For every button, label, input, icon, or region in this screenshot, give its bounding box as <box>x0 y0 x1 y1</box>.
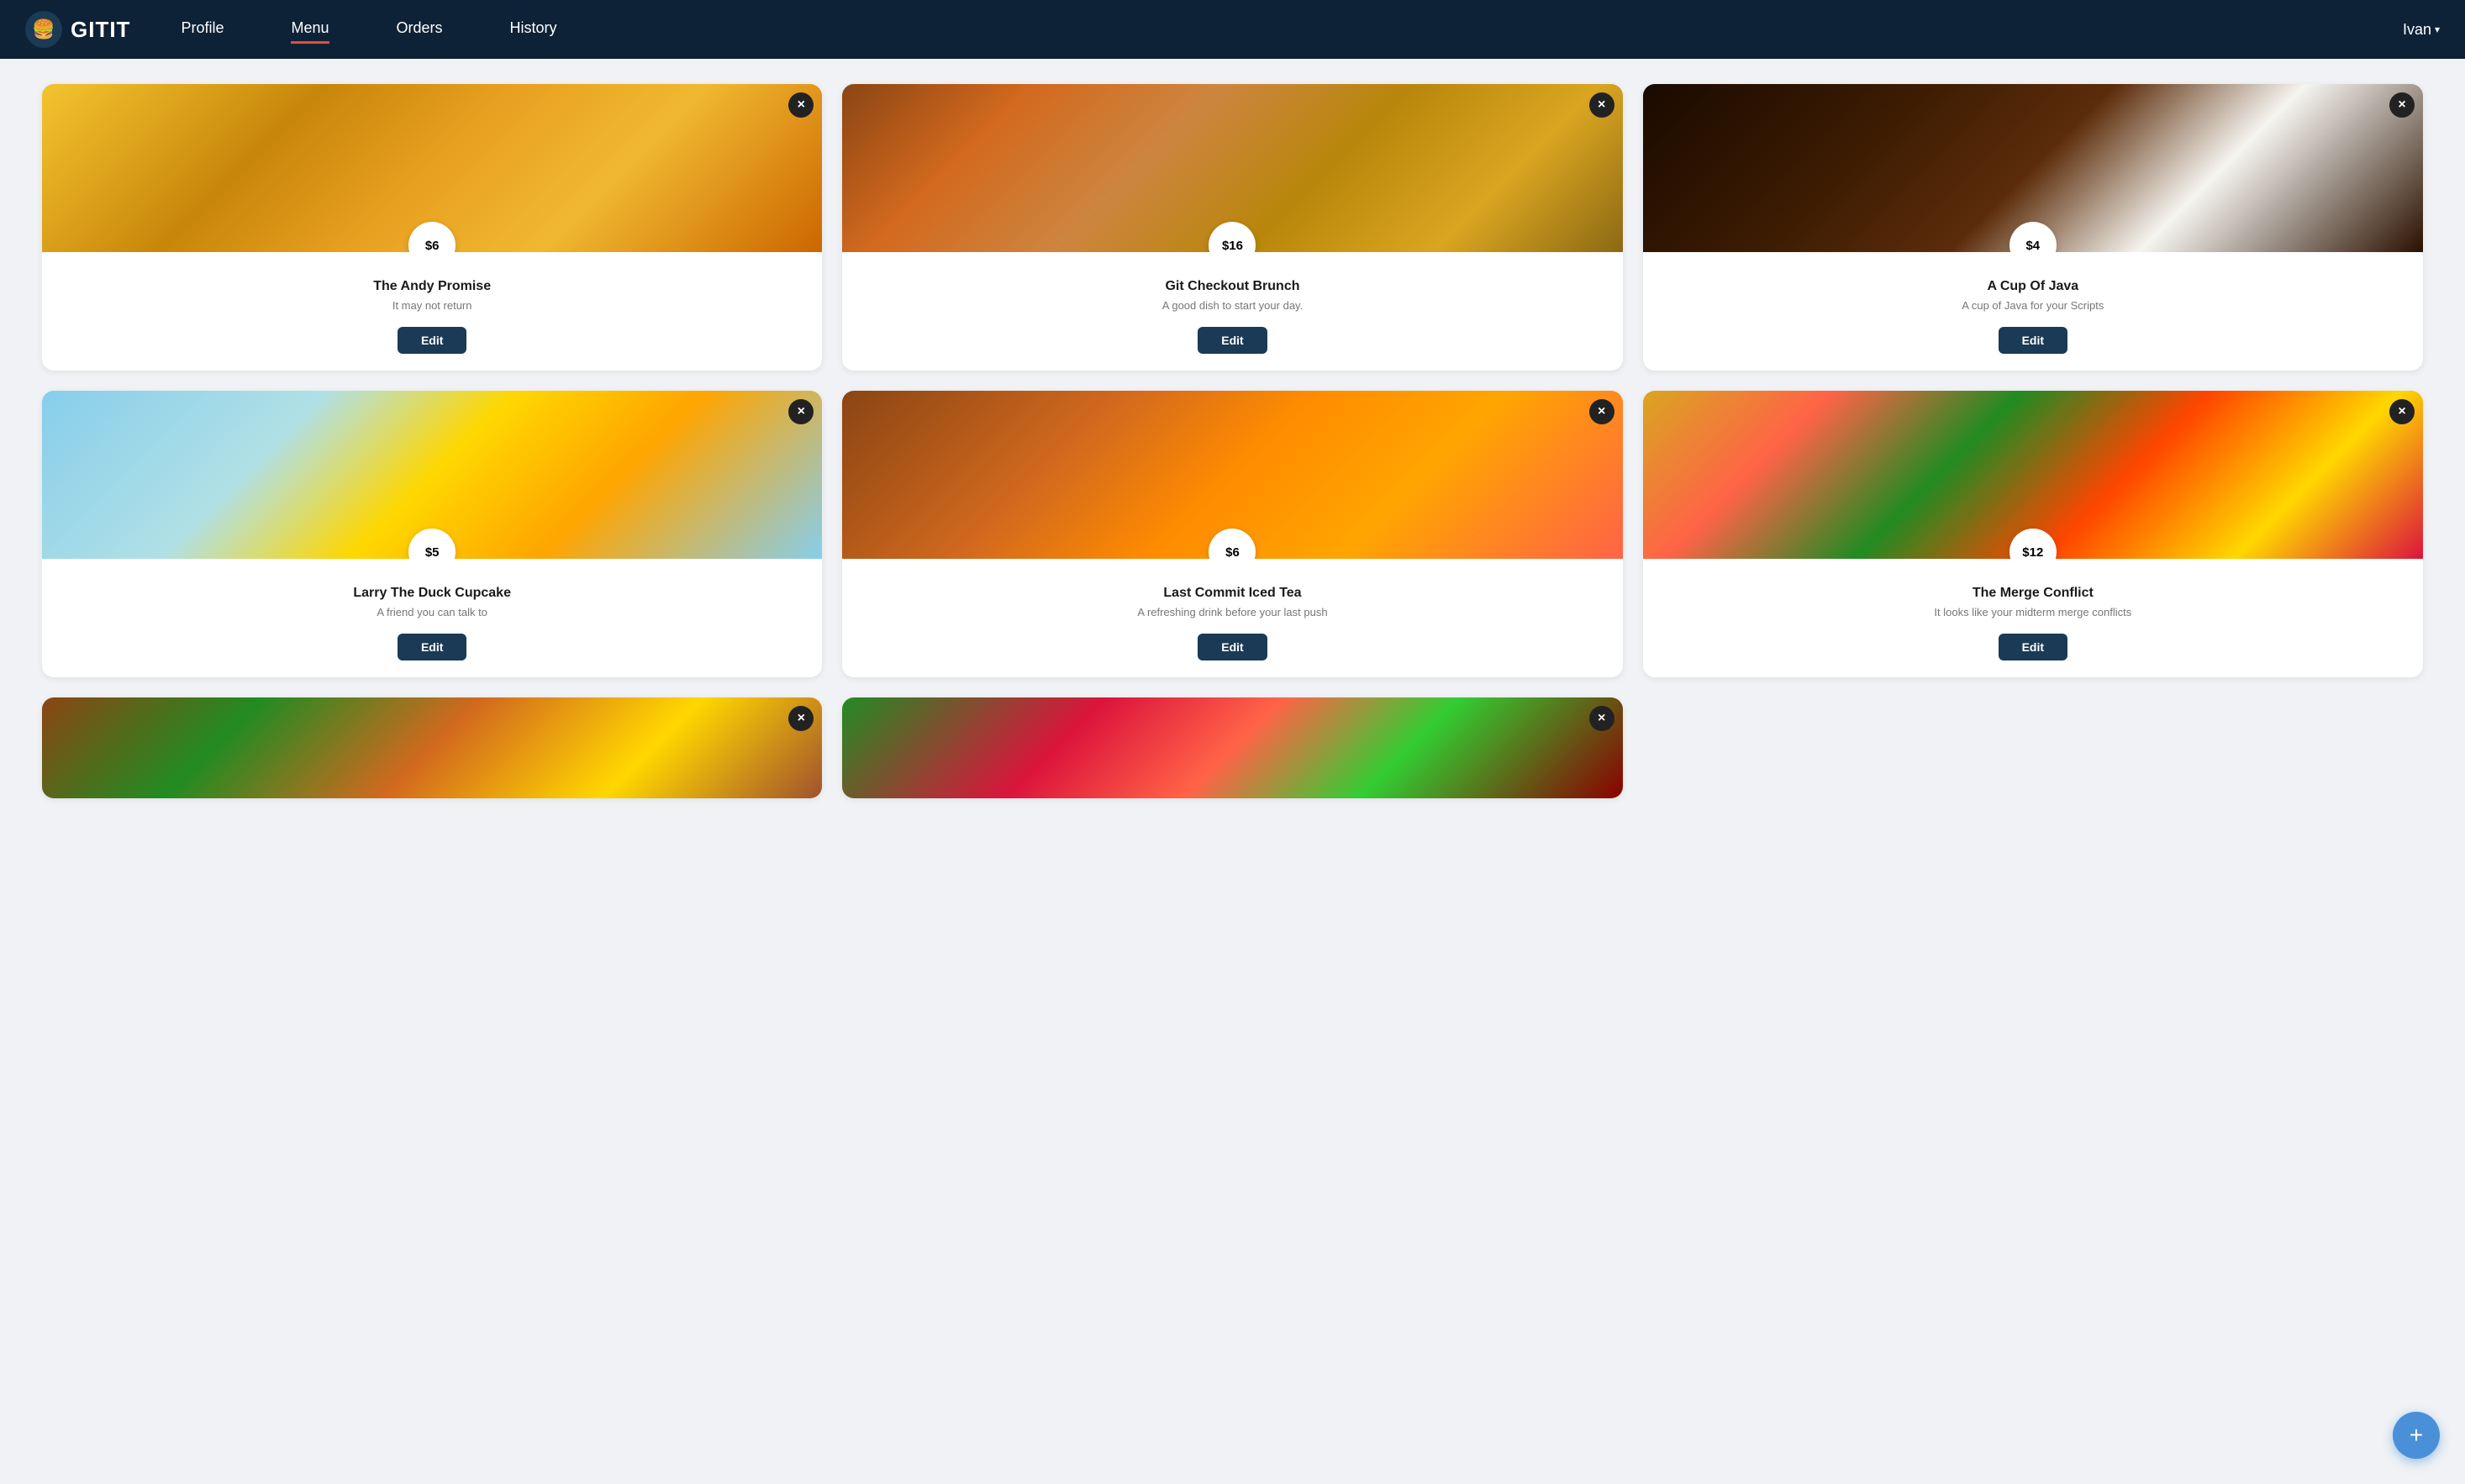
card-desc-merge-conflict: It looks like your midterm merge conflic… <box>1657 606 2410 618</box>
edit-button-git-checkout-brunch[interactable]: Edit <box>1198 327 1267 354</box>
edit-button-merge-conflict[interactable]: Edit <box>1999 634 2067 660</box>
card-body-andy-promise: The Andy Promise It may not return Edit <box>42 252 822 371</box>
main-content: × $6 The Andy Promise It may not return … <box>0 59 2465 824</box>
card-image-partial-salad: × <box>842 697 1622 798</box>
nav-user[interactable]: Ivan ▾ <box>2403 21 2440 39</box>
card-body-git-checkout-brunch: Git Checkout Brunch A good dish to start… <box>842 252 1622 371</box>
price-badge-larry-duck-cupcake: $5 <box>408 529 456 559</box>
nav-link-history[interactable]: History <box>510 19 557 40</box>
nav-link-profile[interactable]: Profile <box>181 19 224 40</box>
card-desc-andy-promise: It may not return <box>55 299 808 312</box>
price-badge-andy-promise: $6 <box>408 222 456 252</box>
close-button-merge-conflict[interactable]: × <box>2389 399 2415 424</box>
edit-button-larry-duck-cupcake[interactable]: Edit <box>398 634 466 660</box>
menu-card-git-checkout-brunch: × $16 Git Checkout Brunch A good dish to… <box>842 84 1622 371</box>
nav-link-orders[interactable]: Orders <box>397 19 443 40</box>
card-body-cup-of-java: A Cup Of Java A cup of Java for your Scr… <box>1643 252 2423 371</box>
card-desc-last-commit-iced-tea: A refreshing drink before your last push <box>856 606 1609 618</box>
close-button-cup-of-java[interactable]: × <box>2389 92 2415 118</box>
close-button-partial-salad[interactable]: × <box>1589 706 1614 731</box>
menu-card-partial-salad: × <box>842 697 1622 798</box>
close-button-last-commit-iced-tea[interactable]: × <box>1589 399 1614 424</box>
card-desc-git-checkout-brunch: A good dish to start your day. <box>856 299 1609 312</box>
card-title-larry-duck-cupcake: Larry The Duck Cupcake <box>55 586 808 601</box>
card-title-merge-conflict: The Merge Conflict <box>1657 586 2410 601</box>
menu-grid: × $6 The Andy Promise It may not return … <box>42 84 2423 677</box>
close-button-andy-promise[interactable]: × <box>788 92 814 118</box>
card-title-last-commit-iced-tea: Last Commit Iced Tea <box>856 586 1609 601</box>
card-body-larry-duck-cupcake: Larry The Duck Cupcake A friend you can … <box>42 559 822 677</box>
card-image-partial-burger: × <box>42 697 822 798</box>
close-button-larry-duck-cupcake[interactable]: × <box>788 399 814 424</box>
menu-card-last-commit-iced-tea: × $6 Last Commit Iced Tea A refreshing d… <box>842 391 1622 677</box>
nav-link-menu[interactable]: Menu <box>291 19 329 40</box>
close-button-git-checkout-brunch[interactable]: × <box>1589 92 1614 118</box>
card-title-git-checkout-brunch: Git Checkout Brunch <box>856 279 1609 294</box>
brand[interactable]: 🍔 GITIT <box>25 11 130 48</box>
menu-card-larry-duck-cupcake: × $5 Larry The Duck Cupcake A friend you… <box>42 391 822 677</box>
card-title-andy-promise: The Andy Promise <box>55 279 808 294</box>
price-badge-cup-of-java: $4 <box>2009 222 2057 252</box>
price-badge-git-checkout-brunch: $16 <box>1209 222 1256 252</box>
card-image-git-checkout-brunch: × $16 <box>842 84 1622 252</box>
card-desc-larry-duck-cupcake: A friend you can talk to <box>55 606 808 618</box>
menu-grid-partial: × × <box>42 697 2423 798</box>
navbar: 🍔 GITIT Profile Menu Orders History Ivan… <box>0 0 2465 59</box>
edit-button-cup-of-java[interactable]: Edit <box>1999 327 2067 354</box>
card-title-cup-of-java: A Cup Of Java <box>1657 279 2410 294</box>
card-image-andy-promise: × $6 <box>42 84 822 252</box>
edit-button-last-commit-iced-tea[interactable]: Edit <box>1198 634 1267 660</box>
menu-card-cup-of-java: × $4 A Cup Of Java A cup of Java for you… <box>1643 84 2423 371</box>
add-item-button[interactable]: + <box>2393 1412 2440 1459</box>
close-button-partial-burger[interactable]: × <box>788 706 814 731</box>
brand-name: GITIT <box>71 17 130 43</box>
card-body-last-commit-iced-tea: Last Commit Iced Tea A refreshing drink … <box>842 559 1622 677</box>
brand-icon: 🍔 <box>25 11 62 48</box>
price-badge-merge-conflict: $12 <box>2009 529 2057 559</box>
card-image-last-commit-iced-tea: × $6 <box>842 391 1622 559</box>
card-desc-cup-of-java: A cup of Java for your Scripts <box>1657 299 2410 312</box>
card-image-merge-conflict: × $12 <box>1643 391 2423 559</box>
price-badge-last-commit-iced-tea: $6 <box>1209 529 1256 559</box>
menu-card-merge-conflict: × $12 The Merge Conflict It looks like y… <box>1643 391 2423 677</box>
card-image-larry-duck-cupcake: × $5 <box>42 391 822 559</box>
menu-card-andy-promise: × $6 The Andy Promise It may not return … <box>42 84 822 371</box>
nav-username: Ivan <box>2403 21 2431 39</box>
card-image-cup-of-java: × $4 <box>1643 84 2423 252</box>
chevron-down-icon: ▾ <box>2435 24 2440 35</box>
card-body-merge-conflict: The Merge Conflict It looks like your mi… <box>1643 559 2423 677</box>
menu-card-partial-burger: × <box>42 697 822 798</box>
edit-button-andy-promise[interactable]: Edit <box>398 327 466 354</box>
nav-links: Profile Menu Orders History <box>181 19 2403 40</box>
